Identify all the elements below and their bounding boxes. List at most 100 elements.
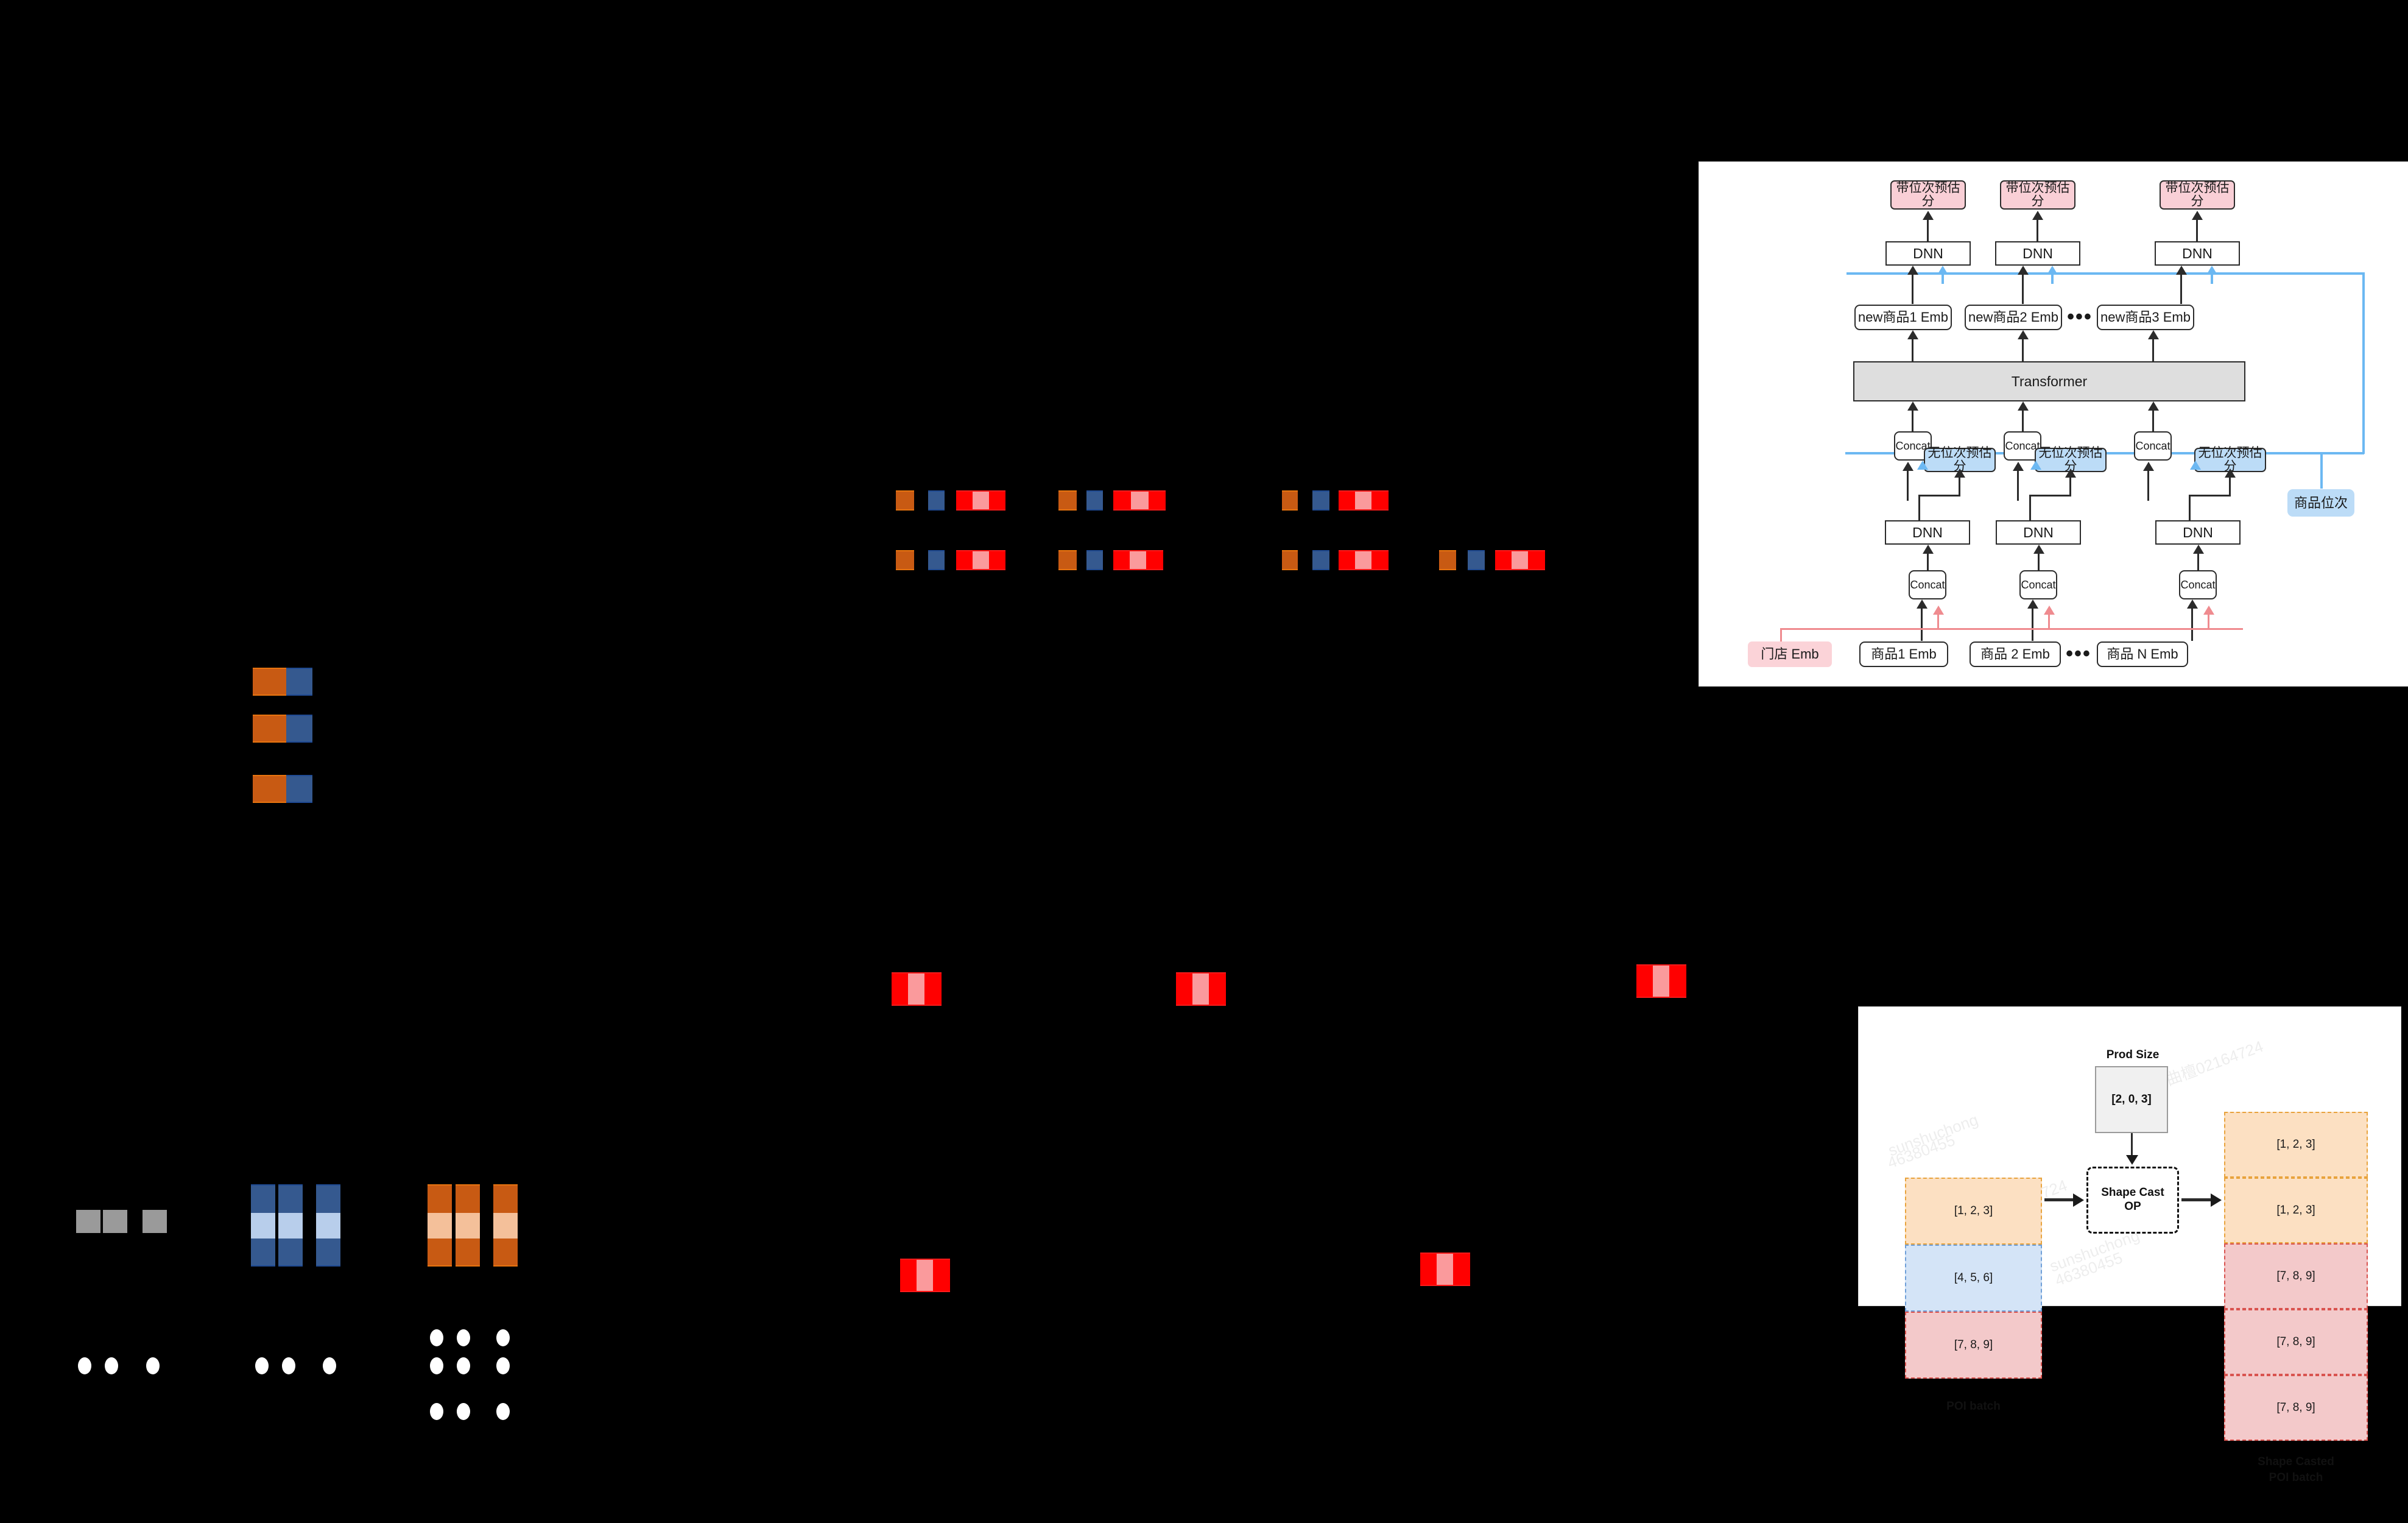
arrow-head: [1954, 468, 1965, 478]
shape-casted-label-line1: Shape Casted: [2258, 1455, 2334, 1468]
elbow-v: [2189, 495, 2191, 521]
watermark: 曲檀02164724: [2163, 1037, 2266, 1089]
mid-blue: [1468, 550, 1485, 570]
blue-column-1: [251, 1184, 275, 1267]
arrow-head: [1903, 462, 1913, 471]
mid-red: [1495, 550, 1545, 570]
poi-output-row-3: [7, 8, 9]: [2224, 1309, 2368, 1375]
store-emb-bus-drop: [1780, 628, 1782, 641]
dot: [457, 1403, 470, 1420]
score-with-rank-3: 带位次预估分: [2160, 180, 2235, 210]
arrow-line: [2229, 476, 2231, 496]
dot: [430, 1329, 443, 1346]
new-item-emb-ellipsis: •••: [2067, 305, 2093, 329]
mid-orange: [1439, 550, 1456, 570]
arrow-line: [1912, 274, 1913, 304]
dnn-top-3: DNN: [2155, 241, 2240, 266]
arrow-head: [1907, 401, 1918, 411]
item-emb-ellipsis: •••: [2066, 642, 2091, 666]
arrow-head-right: [2073, 1193, 2084, 1207]
arrow-head-down: [2126, 1155, 2138, 1165]
arrow-line: [2152, 409, 2154, 431]
poi-output-row-4: [7, 8, 9]: [2224, 1375, 2368, 1441]
blue-arrow-head: [2190, 461, 2201, 470]
blue-rank-connector: [2320, 452, 2323, 489]
dnn-lower-1: DNN: [1885, 520, 1970, 545]
left-blue-square-1: [286, 668, 312, 696]
poi-output-row-2: [7, 8, 9]: [2224, 1243, 2368, 1309]
orange-column-1: [428, 1184, 452, 1267]
gray-square-3: [143, 1210, 167, 1233]
orange-column-2: [456, 1184, 480, 1267]
watermark: sunshuchong: [1885, 1110, 1980, 1160]
arrow-head: [1917, 599, 1927, 609]
mid-red: [1176, 972, 1226, 1006]
arrow-head: [2187, 599, 2198, 609]
arrow-line: [2147, 470, 2149, 501]
model-diagram-panel: 带位次预估分 带位次预估分 带位次预估分 DNN DNN DNN new商品1 …: [1699, 162, 2408, 686]
blue-rank-branch: [2320, 452, 2363, 454]
dnn-top-1: DNN: [1885, 241, 1971, 266]
elbow-v: [2029, 495, 2031, 521]
concat-lower-3: Concat: [2179, 570, 2217, 599]
mid-orange: [896, 490, 914, 511]
arrow-line: [2180, 274, 2182, 304]
arrow-line: [2181, 1198, 2212, 1201]
arrow-line: [2038, 552, 2040, 570]
gray-square-2: [103, 1210, 127, 1233]
dot: [78, 1357, 91, 1374]
transformer-block: Transformer: [1853, 361, 2245, 401]
arrow-line: [2037, 218, 2038, 241]
watermark: 46380455: [1885, 1131, 1958, 1172]
arrow-head: [1907, 330, 1918, 339]
arrow-line: [1959, 476, 1960, 496]
blue-column-3: [316, 1184, 340, 1267]
mid-red: [1636, 964, 1686, 998]
dot: [430, 1357, 443, 1374]
arrow-line: [2017, 470, 2019, 501]
mid-orange: [1282, 550, 1298, 570]
mid-blue: [1312, 490, 1329, 511]
elbow-h: [2029, 495, 2071, 496]
dot: [457, 1357, 470, 1374]
red-arrow-head: [2203, 606, 2214, 615]
arrow-head: [2065, 468, 2076, 478]
left-blue-square-2: [286, 715, 312, 743]
arrow-line: [2196, 218, 2198, 241]
mid-red: [956, 550, 1005, 570]
elbow-v: [1918, 495, 1920, 521]
arrow-head: [2192, 211, 2203, 220]
mid-red: [1339, 550, 1389, 570]
arrow-head: [2027, 599, 2038, 609]
arrow-line: [2191, 607, 2193, 641]
arrow-line: [2022, 409, 2024, 431]
prod-size-value: [2, 0, 3]: [2095, 1066, 2168, 1133]
concat-lower-1: Concat: [1909, 570, 1946, 599]
arrow-line: [2069, 476, 2071, 496]
left-orange-square-3: [253, 775, 287, 803]
mid-red: [900, 1259, 950, 1292]
mid-blue: [928, 550, 945, 570]
mid-red: [892, 972, 942, 1006]
poi-output-row-0: [1, 2, 3]: [2224, 1112, 2368, 1178]
new-item-emb-2: new商品2 Emb: [1965, 305, 2062, 330]
prod-size-label: Prod Size: [2106, 1048, 2160, 1061]
mid-blue: [928, 490, 945, 511]
arrow-head: [2193, 545, 2204, 554]
mid-orange: [1058, 550, 1077, 570]
poi-output-row-1: [1, 2, 3]: [2224, 1178, 2368, 1243]
arrow-head: [2018, 401, 2029, 411]
arrow-line: [2022, 274, 2024, 304]
score-with-rank-1: 带位次预估分: [1890, 180, 1966, 210]
arrow-head: [2018, 266, 2029, 275]
blue-column-2: [278, 1184, 303, 1267]
red-arrow-line: [2208, 613, 2209, 629]
mid-blue: [1086, 490, 1103, 511]
poi-input-row-0: [1, 2, 3]: [1905, 1178, 2042, 1245]
arrow-head: [2018, 330, 2029, 339]
shape-cast-op-line2: OP: [2124, 1200, 2141, 1213]
arrow-line: [2032, 607, 2033, 641]
poi-batch-label: POI batch: [1946, 1400, 2001, 1413]
dot: [496, 1357, 510, 1374]
blue-arrow-head: [1937, 266, 1948, 275]
